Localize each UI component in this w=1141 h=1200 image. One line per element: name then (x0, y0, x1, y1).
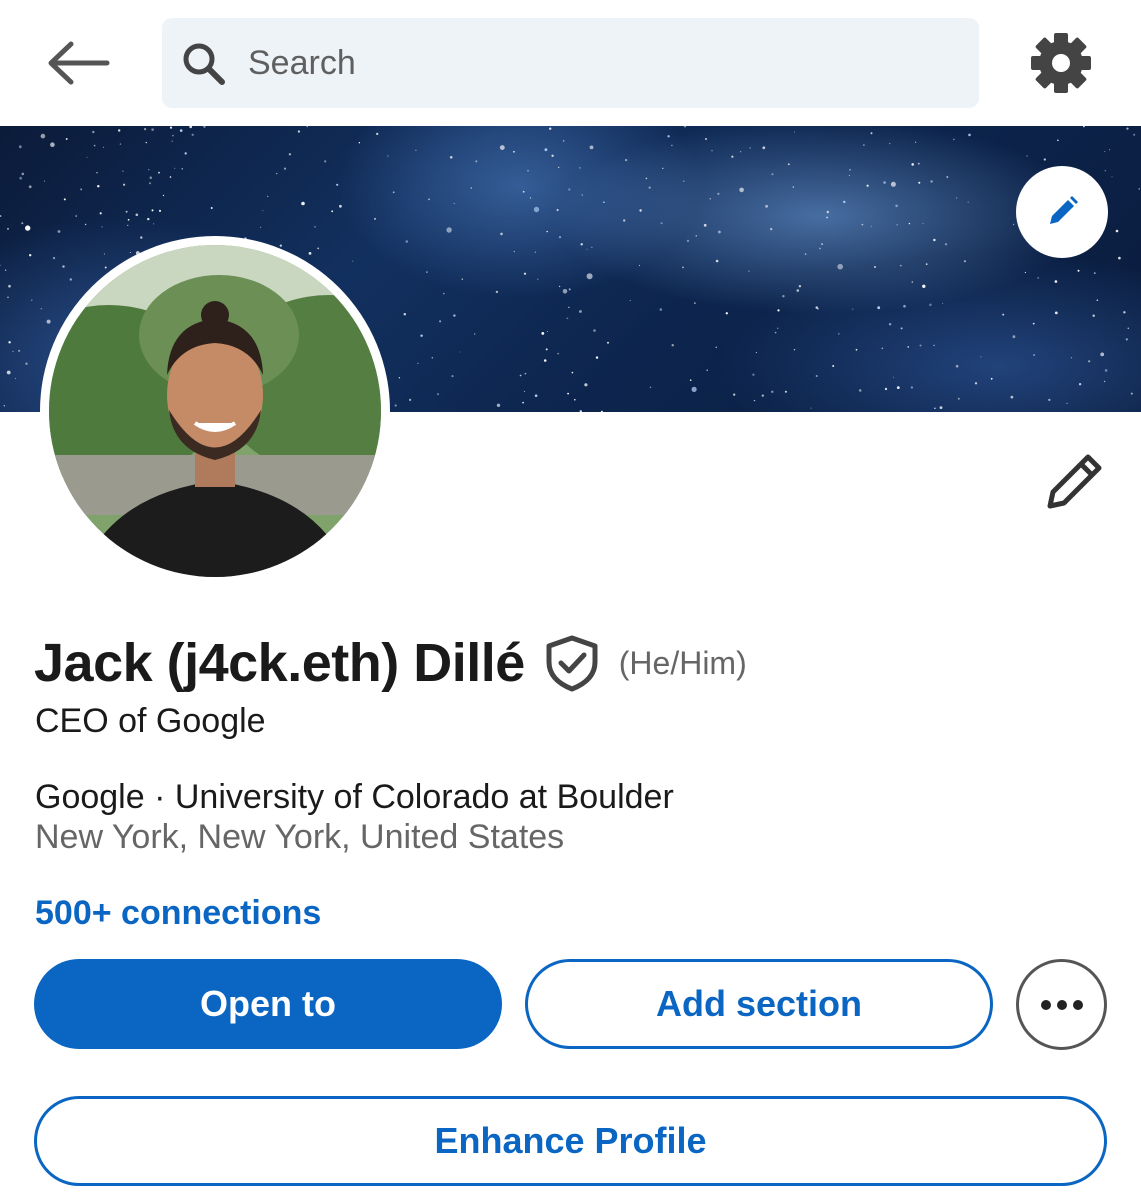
open-to-button[interactable]: Open to (34, 959, 502, 1049)
search-input[interactable] (248, 18, 948, 108)
profile-name: Jack (j4ck.eth) Dillé (34, 633, 525, 693)
company-education[interactable]: Google · University of Colorado at Bould… (35, 778, 674, 817)
more-button[interactable] (1016, 959, 1107, 1050)
pencil-icon (1050, 196, 1078, 224)
ellipsis-icon (1040, 999, 1083, 1010)
back-button[interactable] (40, 30, 116, 96)
settings-button[interactable] (1026, 28, 1096, 98)
search-icon (183, 43, 225, 85)
add-section-button[interactable]: Add section (525, 959, 993, 1049)
headline: CEO of Google (35, 702, 266, 740)
shield-check-icon[interactable] (543, 634, 601, 692)
search-bar[interactable] (162, 18, 979, 108)
edit-banner-button[interactable] (1016, 166, 1108, 258)
pencil-icon (1047, 454, 1102, 509)
avatar[interactable] (40, 236, 390, 586)
name-row: Jack (j4ck.eth) Dillé (He/Him) (34, 628, 747, 698)
back-arrow-icon (48, 41, 110, 85)
edit-intro-button[interactable] (1038, 448, 1108, 518)
enhance-profile-button[interactable]: Enhance Profile (34, 1096, 1107, 1186)
gear-icon (1031, 33, 1091, 93)
top-bar (0, 0, 1141, 126)
pronouns: (He/Him) (618, 644, 747, 681)
connections-link[interactable]: 500+ connections (35, 894, 321, 933)
location: New York, New York, United States (35, 818, 565, 856)
profile-photo (49, 245, 381, 577)
